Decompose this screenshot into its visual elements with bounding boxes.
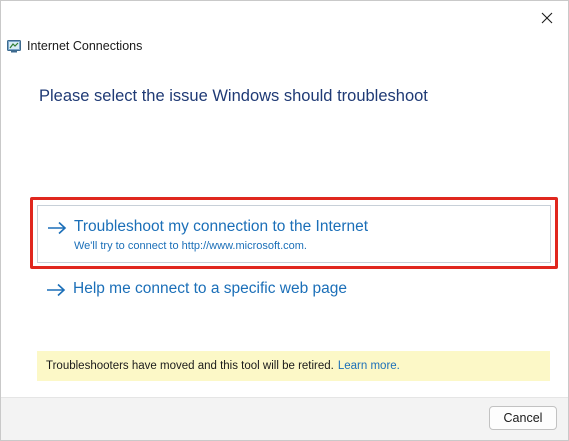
notice-text: Troubleshooters have moved and this tool… [46, 360, 334, 372]
dialog-footer: Cancel [1, 397, 568, 440]
troubleshooter-window: Internet Connections Please select the i… [0, 0, 569, 441]
option-description: We'll try to connect to http://www.micro… [74, 240, 307, 252]
option-connect-web-page[interactable]: Help me connect to a specific web page [37, 276, 551, 308]
retirement-notice: Troubleshooters have moved and this tool… [37, 351, 550, 381]
option-title: Troubleshoot my connection to the Intern… [74, 218, 369, 235]
close-icon [541, 12, 553, 24]
option-troubleshoot-internet[interactable]: Troubleshoot my connection to the Intern… [37, 205, 551, 263]
window-title: Internet Connections [27, 39, 143, 53]
title-bar: Internet Connections [7, 39, 142, 53]
learn-more-link[interactable]: Learn more. [338, 360, 400, 372]
page-heading: Please select the issue Windows should t… [39, 87, 428, 105]
cancel-button[interactable]: Cancel [489, 406, 557, 430]
option-list: Troubleshoot my connection to the Intern… [37, 205, 551, 308]
network-connections-icon [7, 40, 21, 53]
arrow-right-icon [47, 283, 66, 297]
option-title: Help me connect to a specific web page [73, 280, 347, 297]
close-button[interactable] [536, 7, 558, 29]
arrow-right-icon [48, 221, 67, 235]
